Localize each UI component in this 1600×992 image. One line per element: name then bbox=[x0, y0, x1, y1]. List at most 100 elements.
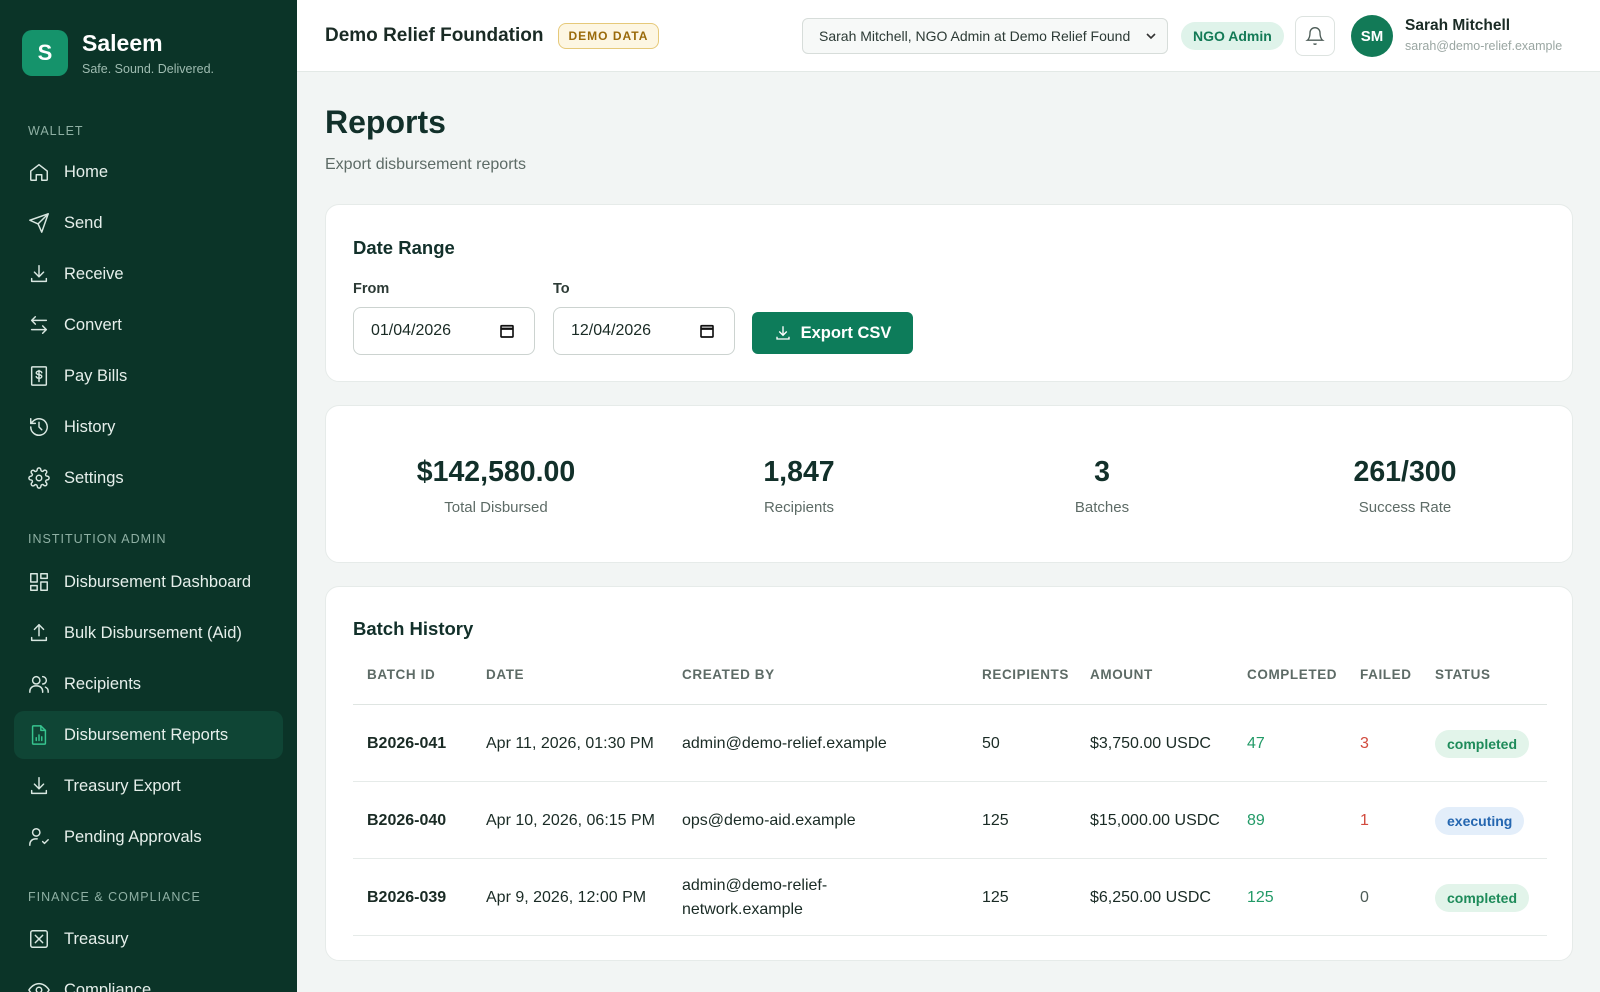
export-csv-label: Export CSV bbox=[800, 323, 892, 342]
column-header: FAILED bbox=[1360, 667, 1412, 682]
sidebar-item-label: Compliance bbox=[64, 980, 152, 992]
from-date-input[interactable]: 01/04/2026 bbox=[353, 307, 535, 355]
user-info[interactable]: Sarah Mitchell sarah@demo-relief.example bbox=[1405, 17, 1562, 53]
download-icon bbox=[28, 263, 50, 285]
sidebar-item-settings[interactable]: Settings bbox=[14, 454, 283, 502]
to-label: To bbox=[553, 281, 570, 297]
table-row[interactable]: B2026-040 Apr 10, 2026, 06:15 PM ops@dem… bbox=[353, 782, 1547, 859]
user-email: sarah@demo-relief.example bbox=[1405, 39, 1563, 53]
user-context-select[interactable]: Sarah Mitchell, NGO Admin at Demo Relief… bbox=[802, 18, 1168, 54]
section-label-institution-admin: INSTITUTION ADMIN bbox=[28, 532, 167, 546]
sidebar: S Saleem Safe. Sound. Delivered. WALLET … bbox=[0, 0, 297, 992]
batch-date: Apr 9, 2026, 12:00 PM bbox=[486, 888, 647, 906]
bell-icon bbox=[1305, 27, 1325, 45]
column-header: COMPLETED bbox=[1247, 667, 1338, 682]
status-badge: executing bbox=[1435, 806, 1525, 835]
column-header: AMOUNT bbox=[1090, 667, 1153, 682]
treasury-icon bbox=[28, 928, 50, 950]
table-header: BATCH ID DATE CREATED BY RECIPIENTS AMOU… bbox=[353, 667, 1547, 705]
user-check-icon bbox=[28, 826, 50, 848]
stat-value: $142,580.00 bbox=[416, 456, 576, 488]
table-row[interactable]: B2026-039 Apr 9, 2026, 12:00 PM admin@de… bbox=[353, 859, 1547, 936]
batch-id: B2026-039 bbox=[367, 888, 447, 906]
sidebar-item-send[interactable]: Send bbox=[14, 199, 283, 247]
batch-completed: 89 bbox=[1247, 811, 1265, 829]
batch-created-by: admin@demo-relief-network.example bbox=[682, 876, 828, 918]
batch-failed: 1 bbox=[1360, 811, 1369, 829]
batch-completed: 47 bbox=[1247, 734, 1265, 752]
gear-icon bbox=[28, 467, 50, 489]
sidebar-item-history[interactable]: History bbox=[14, 403, 283, 451]
batch-amount: $15,000.00 USDC bbox=[1090, 811, 1220, 829]
sidebar-item-treasury[interactable]: Treasury bbox=[14, 915, 283, 963]
swap-icon bbox=[28, 314, 50, 336]
sidebar-item-disbursement-reports[interactable]: Disbursement Reports bbox=[14, 711, 283, 759]
status-badge: completed bbox=[1435, 883, 1530, 912]
from-label: From bbox=[353, 281, 390, 297]
to-date-value: 12/04/2026 bbox=[571, 322, 652, 339]
org-name: Demo Relief Foundation bbox=[325, 24, 544, 46]
batch-recipients: 50 bbox=[982, 734, 1000, 752]
stat-success-rate: 261/300 Success Rate bbox=[1255, 456, 1555, 516]
batch-amount: $6,250.00 USDC bbox=[1090, 888, 1211, 906]
sidebar-item-label: Bulk Disbursement (Aid) bbox=[64, 623, 242, 642]
stat-label: Success Rate bbox=[1358, 499, 1452, 516]
report-icon bbox=[28, 724, 50, 746]
sidebar-item-label: Home bbox=[64, 162, 109, 181]
calendar-icon[interactable] bbox=[498, 322, 516, 340]
stat-total-disbursed: $142,580.00 Total Disbursed bbox=[346, 456, 646, 516]
sidebar-item-label: Recipients bbox=[64, 674, 142, 693]
role-badge: NGO Admin bbox=[1181, 22, 1284, 50]
sidebar-item-bulk-disbursement[interactable]: Bulk Disbursement (Aid) bbox=[14, 609, 283, 657]
sidebar-item-disbursement-dashboard[interactable]: Disbursement Dashboard bbox=[14, 558, 283, 606]
batch-history-title: Batch History bbox=[353, 618, 474, 639]
table-row[interactable]: B2026-041 Apr 11, 2026, 01:30 PM admin@d… bbox=[353, 705, 1547, 782]
bill-icon bbox=[28, 365, 50, 387]
notifications-button[interactable] bbox=[1295, 16, 1335, 56]
download-icon bbox=[775, 326, 790, 340]
section-label-finance-compliance: FINANCE & COMPLIANCE bbox=[28, 890, 201, 904]
topbar: Demo Relief Foundation DEMO DATA Sarah M… bbox=[297, 0, 1600, 72]
batch-id: B2026-040 bbox=[367, 811, 447, 829]
users-icon bbox=[28, 673, 50, 695]
sidebar-item-receive[interactable]: Receive bbox=[14, 250, 283, 298]
stats-card: $142,580.00 Total Disbursed 1,847 Recipi… bbox=[325, 405, 1573, 563]
user-context-select-value: Sarah Mitchell, NGO Admin at Demo Relief… bbox=[819, 28, 1131, 44]
sidebar-item-home[interactable]: Home bbox=[14, 148, 283, 196]
sidebar-item-pay-bills[interactable]: Pay Bills bbox=[14, 352, 283, 400]
sidebar-item-treasury-export[interactable]: Treasury Export bbox=[14, 762, 283, 810]
sidebar-item-label: Treasury bbox=[64, 929, 129, 948]
batch-recipients: 125 bbox=[982, 888, 1009, 906]
stat-label: Total Disbursed bbox=[444, 499, 548, 516]
sidebar-item-compliance[interactable]: Compliance bbox=[14, 966, 283, 992]
stat-label: Recipients bbox=[763, 499, 835, 516]
download-icon bbox=[28, 775, 50, 797]
page-subtitle: Export disbursement reports bbox=[325, 156, 526, 173]
date-range-title: Date Range bbox=[353, 237, 455, 258]
sidebar-item-label: Pay Bills bbox=[64, 366, 128, 385]
chevron-down-icon bbox=[1146, 33, 1156, 40]
batch-failed: 3 bbox=[1360, 734, 1369, 752]
column-header: STATUS bbox=[1435, 667, 1491, 682]
batch-date: Apr 10, 2026, 06:15 PM bbox=[486, 811, 655, 829]
batch-history-card: Batch History BATCH ID DATE CREATED BY R… bbox=[325, 586, 1573, 961]
stat-recipients: 1,847 Recipients bbox=[649, 456, 949, 516]
column-header: RECIPIENTS bbox=[982, 667, 1070, 682]
brand[interactable]: S Saleem Safe. Sound. Delivered. bbox=[0, 0, 297, 76]
calendar-icon[interactable] bbox=[698, 322, 716, 340]
batch-id: B2026-041 bbox=[367, 734, 447, 752]
sidebar-item-pending-approvals[interactable]: Pending Approvals bbox=[14, 813, 283, 861]
batch-created-by: admin@demo-relief.example bbox=[682, 734, 887, 752]
stat-value: 261/300 bbox=[1353, 456, 1457, 488]
export-csv-button[interactable]: Export CSV bbox=[752, 312, 913, 354]
sidebar-item-convert[interactable]: Convert bbox=[14, 301, 283, 349]
batch-recipients: 125 bbox=[982, 811, 1009, 829]
avatar[interactable]: SM bbox=[1351, 15, 1393, 57]
from-date-value: 01/04/2026 bbox=[371, 322, 452, 339]
sidebar-item-label: Disbursement Reports bbox=[64, 725, 229, 744]
send-icon bbox=[28, 212, 50, 234]
sidebar-item-label: History bbox=[64, 417, 116, 436]
date-range-card: Date Range From 01/04/2026 To 12/04/2026… bbox=[325, 204, 1573, 382]
sidebar-item-recipients[interactable]: Recipients bbox=[14, 660, 283, 708]
to-date-input[interactable]: 12/04/2026 bbox=[553, 307, 735, 355]
